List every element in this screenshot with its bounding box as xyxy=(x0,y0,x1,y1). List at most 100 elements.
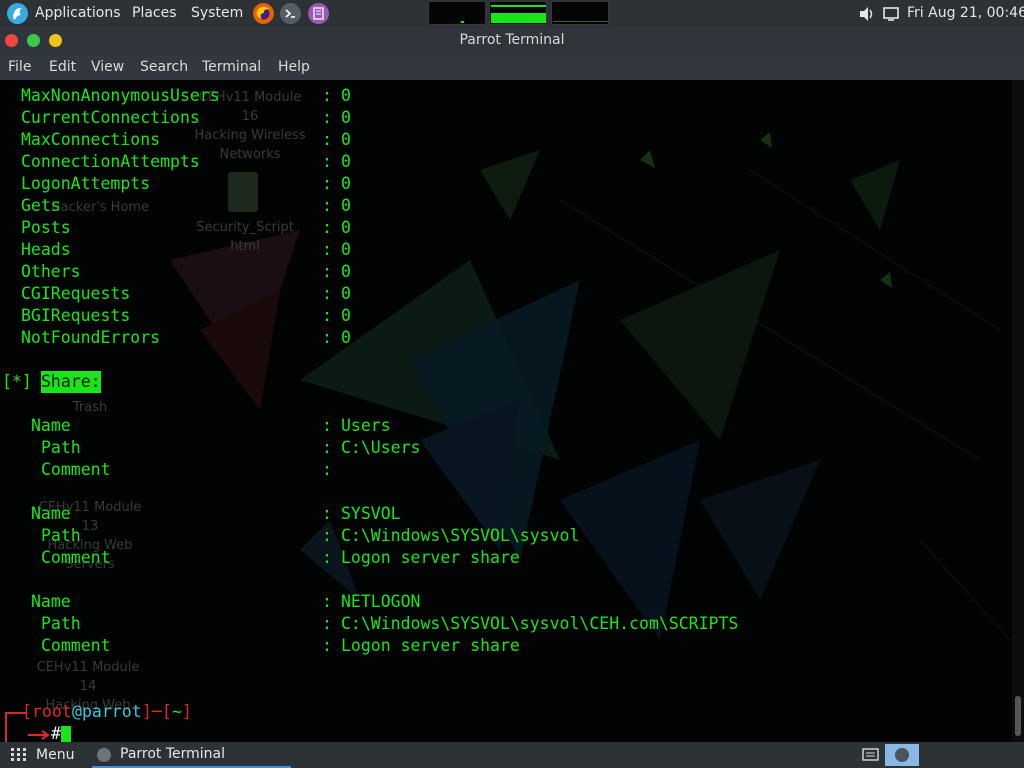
stat-key: Heads xyxy=(21,240,71,259)
window-title: Parrot Terminal xyxy=(459,32,565,48)
stat-key: BGIRequests xyxy=(21,306,131,325)
share-field-value: NETLOGON xyxy=(341,592,421,611)
terminal-workspace-icon xyxy=(895,748,909,762)
scrollbar[interactable] xyxy=(1012,80,1024,742)
network-tray-icon[interactable] xyxy=(862,747,880,767)
share-separator: : xyxy=(322,438,332,457)
share-separator: : xyxy=(322,548,332,567)
bottom-panel: Menu Parrot Terminal xyxy=(0,742,1024,768)
command-line[interactable]: # xyxy=(0,723,71,742)
stat-separator: : xyxy=(322,284,332,303)
clock[interactable]: Fri Aug 21, 00:46 xyxy=(907,0,1024,27)
share-field-label: Name xyxy=(31,592,71,611)
terminal-output[interactable]: CEHv11 Module 16 Hacking Wireless Networks… xyxy=(0,80,1024,742)
share-field-label: Comment xyxy=(41,636,111,655)
terminal-icon[interactable] xyxy=(280,3,301,24)
stat-separator: : xyxy=(322,152,332,171)
share-heading: Share: xyxy=(41,371,101,393)
share-separator: : xyxy=(322,614,332,633)
stat-separator: : xyxy=(322,218,332,237)
taskbar-item-label: Parrot Terminal xyxy=(120,746,226,762)
stat-key: Posts xyxy=(21,218,71,237)
share-separator: : xyxy=(322,636,332,655)
share-field-label: Comment xyxy=(41,460,111,479)
menubar: File Edit View Search Terminal Help xyxy=(0,54,1024,80)
memory-monitor xyxy=(489,1,547,25)
menu-view[interactable]: View xyxy=(91,54,124,80)
stat-separator: : xyxy=(322,108,332,127)
stat-key: MaxNonAnonymousUsers xyxy=(21,86,220,105)
stat-value: 0 xyxy=(341,284,351,303)
stat-key: MaxConnections xyxy=(21,130,161,149)
scrollbar-thumb[interactable] xyxy=(1015,696,1021,736)
share-field-value: C:\Windows\SYSVOL\sysvol xyxy=(341,526,580,545)
menu-search[interactable]: Search xyxy=(140,54,188,80)
cpu-monitor xyxy=(428,1,486,25)
menu-file[interactable]: File xyxy=(8,54,31,80)
stat-separator: : xyxy=(322,262,332,281)
share-field-value: C:\Users xyxy=(341,438,421,457)
parrot-logo-icon[interactable] xyxy=(7,3,28,24)
stat-key: Others xyxy=(21,262,81,281)
stat-key: LogonAttempts xyxy=(21,174,151,193)
share-field-value: Logon server share xyxy=(341,636,520,655)
stat-key: Gets xyxy=(21,196,61,215)
stat-value: 0 xyxy=(341,306,351,325)
applications-menu[interactable]: Applications xyxy=(35,0,121,27)
share-field-label: Path xyxy=(41,614,81,633)
firefox-icon[interactable] xyxy=(253,3,274,24)
stat-separator: : xyxy=(322,86,332,105)
stat-separator: : xyxy=(322,130,332,149)
stat-value: 0 xyxy=(341,218,351,237)
menu-edit[interactable]: Edit xyxy=(49,54,76,80)
stat-value: 0 xyxy=(341,262,351,281)
stat-value: 0 xyxy=(341,196,351,215)
window-titlebar[interactable]: Parrot Terminal xyxy=(0,27,1024,54)
menu-button[interactable]: Menu xyxy=(36,742,74,768)
stat-value: 0 xyxy=(341,108,351,127)
menu-grid-icon[interactable] xyxy=(11,748,27,766)
stat-separator: : xyxy=(322,240,332,259)
share-header: [*] Share: xyxy=(2,371,101,393)
stat-separator: : xyxy=(322,174,332,193)
stat-value: 0 xyxy=(341,152,351,171)
share-field-label: Comment xyxy=(41,548,111,567)
stat-key: CGIRequests xyxy=(21,284,131,303)
workspace-switcher[interactable] xyxy=(885,744,919,766)
share-separator: : xyxy=(322,504,332,523)
stat-value: 0 xyxy=(341,240,351,259)
stat-value: 0 xyxy=(341,174,351,193)
stat-key: NotFoundErrors xyxy=(21,328,161,347)
stat-value: 0 xyxy=(341,86,351,105)
display-icon[interactable] xyxy=(882,6,900,26)
prompt-symbol: # xyxy=(51,724,61,742)
places-menu[interactable]: Places xyxy=(132,0,177,27)
share-separator: : xyxy=(322,526,332,545)
stat-key: ConnectionAttempts xyxy=(21,152,200,171)
share-separator: : xyxy=(322,460,332,479)
stat-value: 0 xyxy=(341,328,351,347)
top-panel: Applications Places System Fri Aug 21, 0… xyxy=(0,0,1024,27)
stat-key: CurrentConnections xyxy=(21,108,200,127)
text-cursor xyxy=(61,726,71,742)
stat-separator: : xyxy=(322,328,332,347)
share-field-label: Name xyxy=(31,504,71,523)
share-field-value: C:\Windows\SYSVOL\sysvol\CEH.com\SCRIPTS xyxy=(341,614,739,633)
file-icon xyxy=(228,172,258,212)
share-field-label: Name xyxy=(31,416,71,435)
menu-terminal[interactable]: Terminal xyxy=(202,54,261,80)
share-field-value: SYSVOL xyxy=(341,504,401,523)
menu-help[interactable]: Help xyxy=(278,54,310,80)
volume-icon[interactable] xyxy=(858,6,876,26)
terminal-task-icon xyxy=(97,748,111,762)
share-separator: : xyxy=(322,416,332,435)
stat-value: 0 xyxy=(341,130,351,149)
share-field-value: Logon server share xyxy=(341,548,520,567)
stat-separator: : xyxy=(322,196,332,215)
prompt-line: [root @ parrot]─[~] xyxy=(0,701,192,742)
network-monitor xyxy=(551,1,609,25)
stat-separator: : xyxy=(322,306,332,325)
system-menu[interactable]: System xyxy=(191,0,243,27)
text-editor-icon[interactable] xyxy=(308,3,329,24)
taskbar-item-terminal[interactable]: Parrot Terminal xyxy=(92,742,291,768)
